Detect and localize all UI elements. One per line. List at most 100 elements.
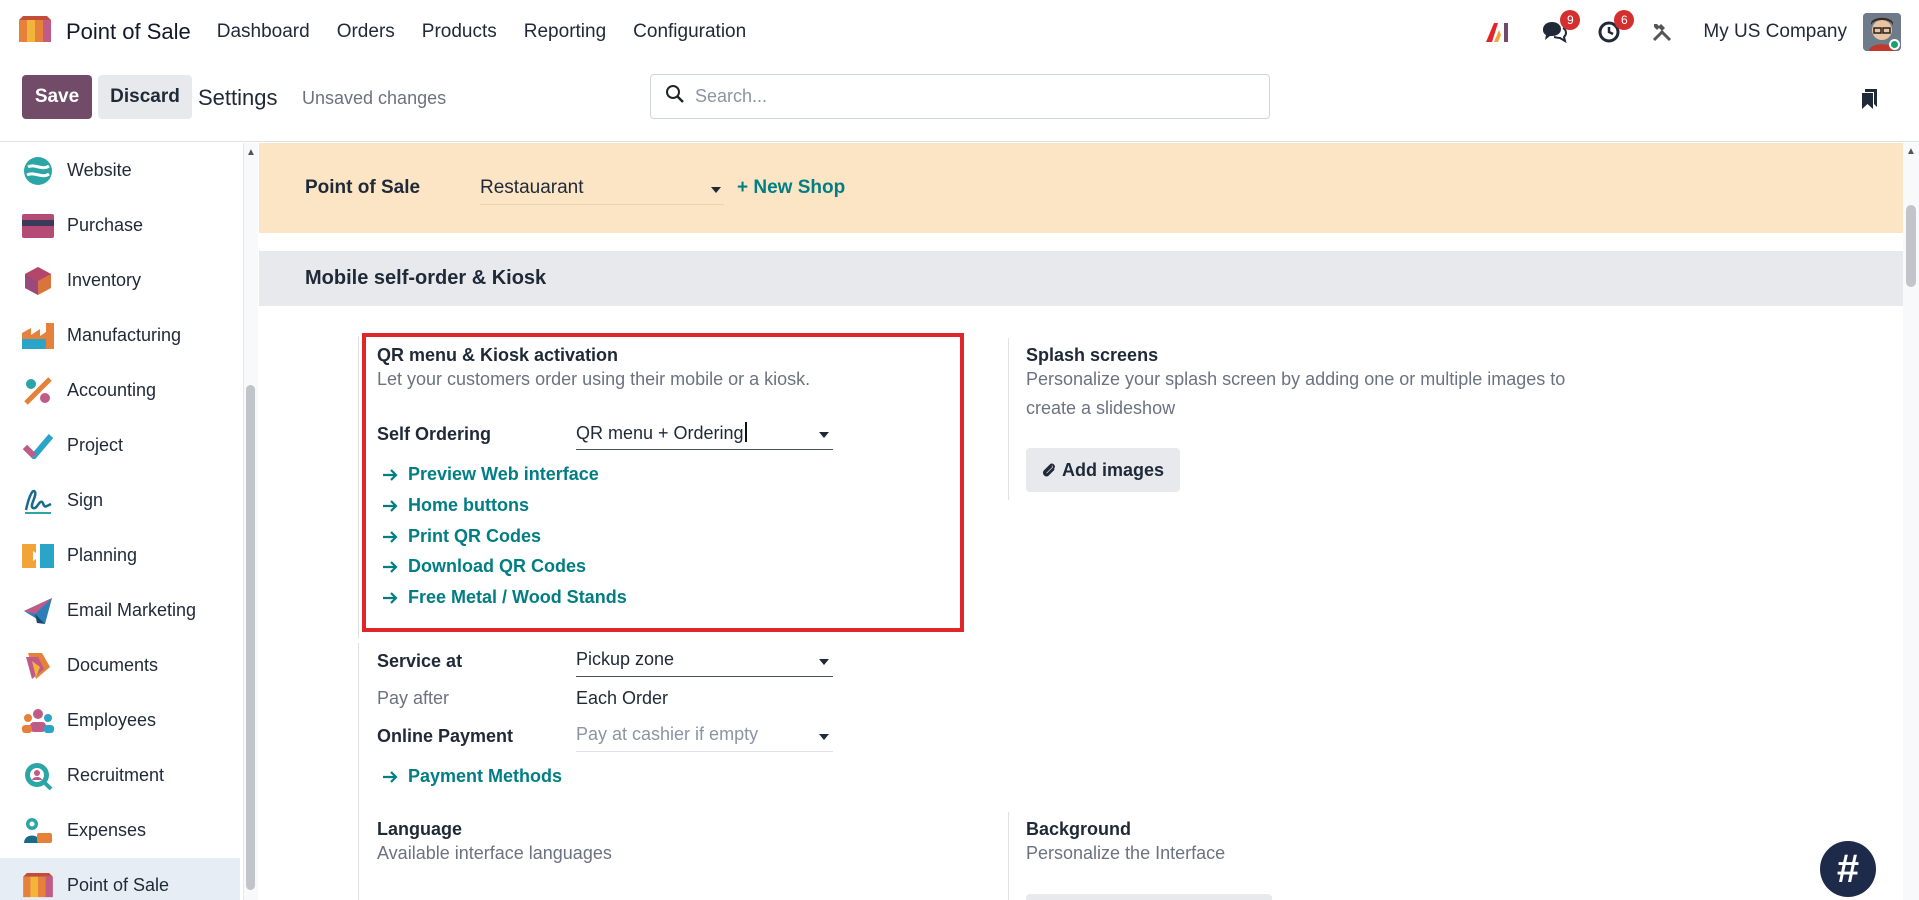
hashtag-icon[interactable]: # (1820, 841, 1876, 897)
sidebar-item-accounting[interactable]: Accounting (0, 363, 240, 418)
link-label[interactable]: Free Metal / Wood Stands (408, 587, 627, 608)
download-qr-codes-link[interactable]: Download QR Codes (382, 556, 586, 577)
online-payment-select[interactable]: Pay at cashier if empty (576, 724, 833, 752)
section-header: Mobile self-order & Kiosk (259, 251, 1903, 306)
service-at-label: Service at (377, 651, 463, 671)
self-ordering-select[interactable]: QR menu + Ordering (576, 422, 833, 450)
sidebar-item-email-marketing[interactable]: Email Marketing (0, 583, 240, 638)
settings-sidebar: Website Purchase Inventory Manufacturing… (0, 143, 244, 900)
menu-orders[interactable]: Orders (337, 21, 395, 43)
sidebar-item-label: Employees (67, 710, 157, 730)
sidebar-item-purchase[interactable]: Purchase (0, 198, 240, 253)
user-avatar[interactable] (1863, 13, 1901, 51)
unsaved-status: Unsaved changes (302, 88, 447, 108)
self-ordering-value: QR menu + Ordering (576, 423, 744, 443)
content-scroll-up-icon[interactable]: ▲ (1903, 146, 1919, 157)
self-ordering-label: Self Ordering (377, 424, 492, 444)
sidebar-item-recruitment[interactable]: Recruitment (0, 748, 240, 803)
sidebar-item-label: Sign (67, 490, 104, 510)
link-label[interactable]: Print QR Codes (408, 526, 541, 547)
home-buttons-link[interactable]: Home buttons (382, 495, 529, 516)
splash-setting-description: Personalize your splash screen by adding… (1026, 369, 1566, 418)
activities-badge: 6 (1614, 10, 1635, 30)
sidebar-item-website[interactable]: Website (0, 143, 240, 198)
app-brand[interactable]: Point of Sale (18, 15, 191, 49)
background-upload-button[interactable] (1026, 894, 1272, 900)
link-label[interactable]: Download QR Codes (408, 556, 586, 577)
point-of-sale-icon (21, 869, 55, 900)
sidebar-item-label: Purchase (67, 215, 144, 235)
expenses-icon (21, 814, 55, 848)
sidebar-item-manufacturing[interactable]: Manufacturing (0, 308, 240, 363)
new-shop-link[interactable]: + New Shop (737, 177, 845, 199)
sidebar-item-employees[interactable]: Employees (0, 693, 240, 748)
setting-divider (358, 336, 359, 638)
sidebar-item-label: Accounting (67, 380, 157, 400)
shop-bar-label: Point of Sale (305, 177, 421, 198)
arrow-right-icon (382, 770, 398, 784)
add-images-button[interactable]: Add images (1026, 448, 1181, 492)
sidebar-scrollbar-thumb[interactable] (246, 385, 255, 890)
shop-select[interactable]: Restauarant (480, 177, 724, 205)
messages-badge: 9 (1560, 10, 1581, 30)
menu-dashboard[interactable]: Dashboard (217, 21, 310, 43)
messages-icon[interactable]: 9 (1541, 10, 1581, 44)
sidebar-item-sign[interactable]: Sign (0, 473, 240, 528)
save-button[interactable]: Save (22, 75, 92, 119)
print-qr-codes-link[interactable]: Print QR Codes (382, 526, 541, 547)
search-input[interactable] (695, 86, 1235, 107)
employees-icon (21, 704, 55, 738)
bookmark-icon[interactable] (1861, 88, 1879, 115)
sidebar-item-point-of-sale[interactable]: Point of Sale (0, 858, 240, 900)
search-icon (665, 84, 685, 109)
sidebar-item-label: Documents (67, 655, 159, 675)
sidebar-item-project[interactable]: Project (0, 418, 240, 473)
setting-divider (1008, 338, 1009, 500)
link-label[interactable]: Home buttons (408, 495, 529, 516)
discard-button[interactable]: Discard (98, 75, 192, 119)
menu-reporting[interactable]: Reporting (524, 21, 606, 43)
chevron-down-icon (819, 734, 829, 740)
search-box[interactable] (650, 74, 1270, 119)
app-title[interactable]: Point of Sale (66, 19, 191, 45)
chevron-down-icon (819, 432, 829, 438)
free-stands-link[interactable]: Free Metal / Wood Stands (382, 587, 627, 608)
payment-methods-link[interactable]: Payment Methods (382, 766, 562, 787)
sidebar-item-label: Point of Sale (67, 875, 170, 895)
ai-icon[interactable] (1485, 21, 1511, 43)
arrow-right-icon (382, 560, 398, 574)
top-navbar: Point of Sale Dashboard Orders Products … (0, 0, 1919, 64)
arrow-right-icon (382, 530, 398, 544)
menu-configuration[interactable]: Configuration (633, 21, 746, 43)
sidebar-item-planning[interactable]: Planning (0, 528, 240, 583)
preview-web-interface-link[interactable]: Preview Web interface (382, 464, 599, 485)
website-icon (21, 154, 55, 188)
pay-after-label: Pay after (377, 688, 450, 708)
point-of-sale-icon (18, 15, 52, 49)
language-setting-description: Available interface languages (377, 843, 612, 863)
user-status-indicator (1889, 39, 1900, 50)
company-switcher[interactable]: My US Company (1703, 21, 1847, 43)
service-at-select[interactable]: Pickup zone (576, 649, 833, 677)
setting-divider (1008, 812, 1009, 900)
sidebar-item-expenses[interactable]: Expenses (0, 803, 240, 858)
link-label[interactable]: Payment Methods (408, 766, 562, 787)
sidebar-scroll-up-icon[interactable]: ▲ (244, 147, 258, 158)
content-scrollbar-thumb[interactable] (1906, 205, 1916, 287)
add-images-label: Add images (1062, 459, 1165, 480)
planning-icon (21, 539, 55, 573)
splash-setting-title: Splash screens (1026, 345, 1159, 365)
arrow-right-icon (382, 499, 398, 513)
tools-icon[interactable] (1651, 21, 1673, 43)
recruitment-icon (21, 759, 55, 793)
activities-icon[interactable]: 6 (1597, 10, 1635, 44)
chevron-down-icon (711, 187, 721, 193)
menu-products[interactable]: Products (422, 21, 497, 43)
background-setting-description: Personalize the Interface (1026, 843, 1226, 863)
sidebar-item-documents[interactable]: Documents (0, 638, 240, 693)
link-label[interactable]: Preview Web interface (408, 464, 599, 485)
sidebar-item-inventory[interactable]: Inventory (0, 253, 240, 308)
arrow-right-icon (382, 591, 398, 605)
arrow-right-icon (382, 468, 398, 482)
language-setting-title: Language (377, 819, 463, 839)
